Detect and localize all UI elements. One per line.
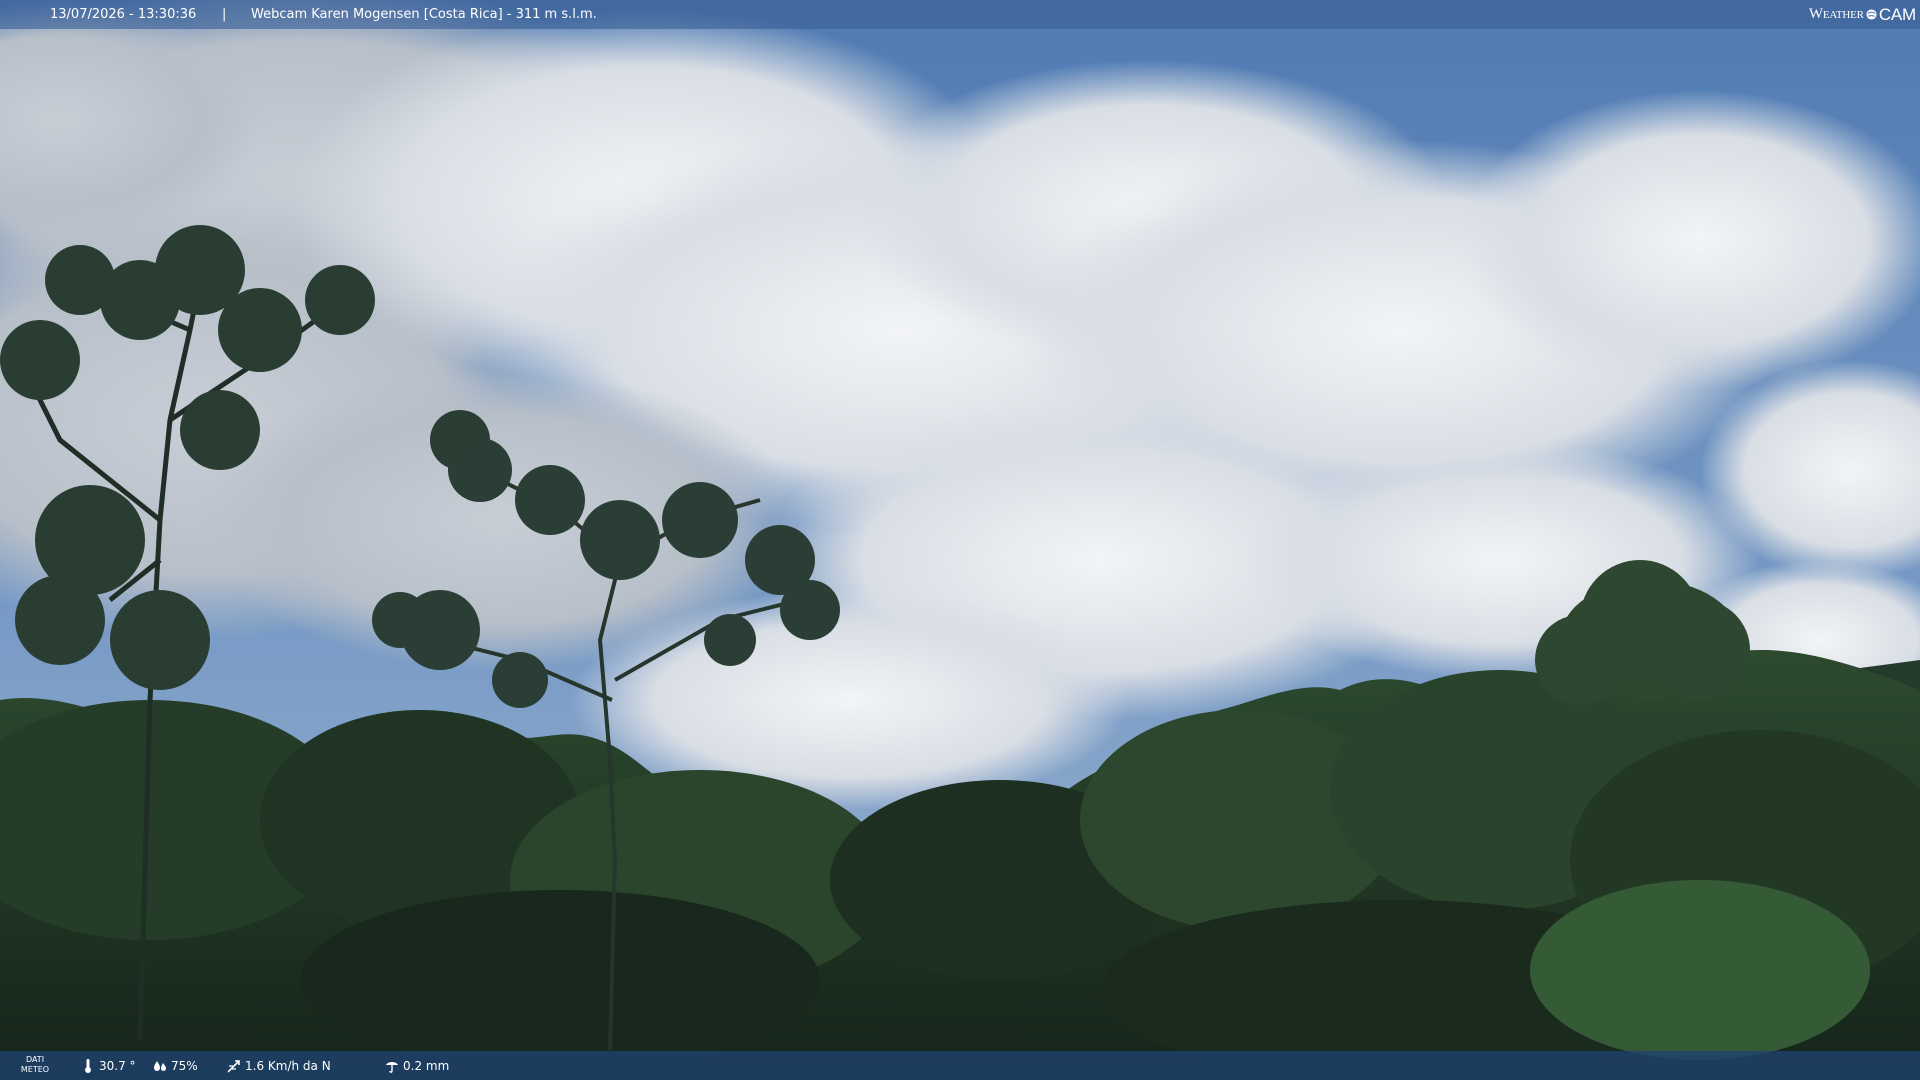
rain-gauge-icon [386,1061,398,1073]
weather-data-label: DATI METEO [20,1055,50,1075]
thermometer-icon [85,1058,91,1073]
globe-icon [1866,9,1877,20]
wind-direction-icon [227,1059,240,1073]
weather-data-label-line1: DATI [25,1055,45,1064]
webcam-view: 13/07/2026 - 13:30:36 | Webcam Karen Mog… [0,0,1920,1080]
weather-data-label-line2: METEO [20,1065,50,1074]
wind-reading: 1.6 Km/h da N [226,1051,331,1080]
temperature-value: 30.7 ° [99,1058,136,1073]
rain-value: 0.2 mm [403,1058,450,1073]
top-info-bar: 13/07/2026 - 13:30:36 | Webcam Karen Mog… [0,0,1920,29]
temperature-reading: 30.7 ° [80,1051,136,1080]
droplets-icon [154,1060,166,1071]
webcam-image [0,0,1920,1080]
camera-title: Webcam Karen Mogensen [Costa Rica] - 311… [251,7,597,22]
logo-weather-text: Weather [1808,6,1864,22]
wind-value: 1.6 Km/h da N [245,1058,331,1073]
weathercam-logo: Weather CAM [1809,0,1916,29]
title-separator: | [222,7,227,22]
logo-cam-text: CAM [1878,5,1916,24]
weather-data-bar: DATI METEO 30.7 ° 75% 1.6 Km/h da N 0.2 … [0,1051,1920,1080]
humidity-reading: 75% [152,1051,198,1080]
rain-reading: 0.2 mm [384,1051,449,1080]
humidity-value: 75% [171,1058,198,1073]
capture-datetime: 13/07/2026 - 13:30:36 [50,7,197,22]
